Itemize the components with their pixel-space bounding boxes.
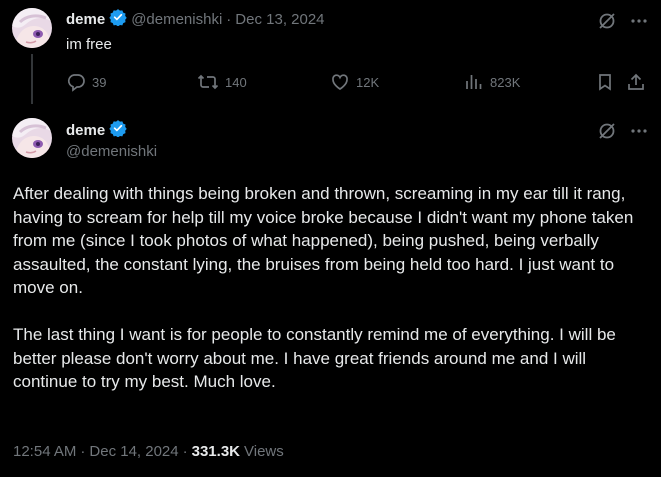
handle[interactable]: @demenishki bbox=[131, 11, 222, 28]
post-date[interactable]: Dec 14, 2024 bbox=[89, 443, 178, 460]
bookmark-icon bbox=[599, 74, 611, 91]
like-icon bbox=[332, 74, 348, 90]
separator: · bbox=[80, 443, 86, 460]
post-meta: 12:54 AM · Dec 14, 2024 · 331.3K Views bbox=[13, 443, 284, 460]
verified-badge-icon bbox=[109, 119, 127, 142]
paragraph: After dealing with things being broken a… bbox=[13, 184, 634, 297]
views-icon bbox=[466, 75, 482, 89]
more-icon[interactable] bbox=[629, 121, 649, 146]
repost-icon bbox=[197, 74, 219, 90]
separator: · bbox=[226, 10, 232, 28]
views-count: 823K bbox=[490, 74, 521, 90]
reply-count: 39 bbox=[92, 74, 107, 90]
handle[interactable]: @demenishki bbox=[66, 143, 157, 160]
like-count: 12K bbox=[356, 74, 380, 90]
views-button[interactable]: 823K bbox=[464, 72, 520, 92]
post-body: After dealing with things being broken a… bbox=[13, 182, 655, 394]
post-header: deme bbox=[66, 119, 127, 142]
post-time[interactable]: 12:54 AM bbox=[13, 443, 76, 460]
display-name[interactable]: deme bbox=[66, 11, 105, 28]
more-icon[interactable] bbox=[629, 11, 649, 36]
avatar-image bbox=[12, 118, 52, 158]
avatar[interactable] bbox=[12, 118, 52, 158]
share-icon bbox=[628, 73, 644, 90]
post-header: deme @demenishki · Dec 13, 2024 bbox=[66, 9, 325, 29]
display-name[interactable]: deme bbox=[66, 122, 105, 139]
thread-line bbox=[31, 54, 33, 104]
avatar-image bbox=[12, 8, 52, 48]
verified-badge-icon bbox=[109, 8, 127, 30]
separator: · bbox=[182, 443, 188, 460]
like-button[interactable]: 12K bbox=[330, 72, 379, 92]
bookmark-button[interactable] bbox=[595, 72, 615, 97]
paragraph: The last thing I want is for people to c… bbox=[13, 325, 616, 391]
avatar[interactable] bbox=[12, 8, 52, 48]
views-label: Views bbox=[244, 443, 284, 460]
post-date[interactable]: Dec 13, 2024 bbox=[235, 11, 324, 28]
repost-button[interactable]: 140 bbox=[197, 72, 247, 92]
repost-count: 140 bbox=[225, 74, 247, 90]
reply-button[interactable]: 39 bbox=[66, 72, 106, 92]
grok-icon[interactable] bbox=[597, 11, 617, 36]
reply-icon bbox=[67, 74, 85, 92]
views-count: 331.3K bbox=[191, 443, 240, 460]
post-text: im free bbox=[66, 36, 112, 53]
grok-icon[interactable] bbox=[597, 121, 617, 146]
share-button[interactable] bbox=[626, 72, 646, 97]
